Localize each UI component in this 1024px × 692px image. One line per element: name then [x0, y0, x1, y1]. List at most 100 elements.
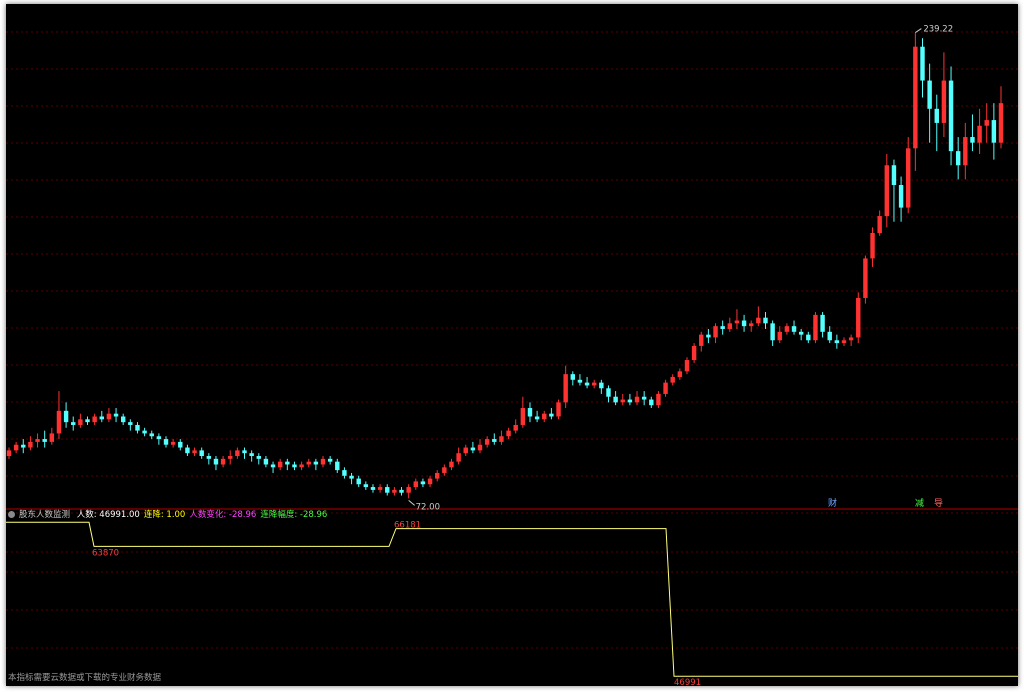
candle-body — [356, 478, 361, 485]
candle-body — [106, 413, 112, 420]
candle-body — [413, 481, 419, 488]
candle-body — [649, 399, 654, 406]
candle-body — [791, 326, 797, 332]
candle-body — [385, 487, 390, 493]
candle-body — [820, 314, 825, 332]
candle-body — [35, 439, 40, 442]
candle-body — [834, 340, 840, 344]
candle-body — [85, 419, 90, 423]
candle-body — [392, 489, 397, 493]
candle-body — [71, 422, 76, 425]
candle-body — [620, 399, 625, 403]
candle-body — [563, 374, 568, 403]
candle-body — [527, 408, 533, 417]
candle-body — [720, 326, 725, 329]
candle-body — [856, 297, 861, 338]
candle-body — [420, 481, 426, 485]
candle-body — [627, 399, 633, 403]
candle-body — [256, 456, 261, 459]
candle-body — [641, 396, 647, 400]
candle-body — [242, 450, 247, 454]
candle-body — [777, 331, 782, 341]
gear-icon[interactable] — [8, 511, 15, 518]
candle-body — [741, 320, 747, 327]
candle-body — [342, 470, 347, 476]
candle-body — [891, 165, 897, 186]
footnote: 本指标需要云数据或下载的专业财务数据 — [8, 673, 162, 683]
candle-body — [399, 489, 404, 493]
candle-body — [848, 337, 854, 341]
candle-body — [377, 487, 383, 490]
event-marker: 减 — [915, 497, 924, 509]
candle-body — [249, 453, 254, 457]
candle-body — [92, 416, 97, 423]
candle-body — [78, 419, 83, 425]
candle-body — [56, 410, 62, 434]
candle-body — [813, 314, 818, 341]
candle-body — [977, 125, 982, 143]
candle-body — [806, 334, 811, 341]
candle-body — [427, 478, 433, 485]
candle-body — [841, 340, 847, 344]
low-price-label: 72.00 — [416, 502, 440, 512]
indicator-value: 人数变化: -28.96 — [189, 510, 257, 520]
event-marker: 财 — [828, 497, 837, 509]
candle-body — [113, 413, 119, 417]
candle-body — [570, 374, 576, 380]
candle-body — [591, 382, 597, 386]
candle-body — [984, 120, 989, 126]
candle-body — [955, 151, 961, 166]
indicator-name: 股东人数监测 — [19, 510, 71, 520]
candle-body — [770, 323, 775, 341]
candle-body — [313, 461, 319, 465]
candle-body — [506, 430, 511, 437]
candle-body — [156, 436, 162, 440]
candle-body — [920, 46, 925, 81]
candle-body — [941, 80, 947, 123]
candle-body — [913, 46, 918, 149]
candle-body — [235, 450, 240, 457]
candle-body — [534, 416, 540, 420]
candle-body — [784, 326, 790, 332]
candle-body — [556, 402, 561, 417]
candle-body — [927, 80, 932, 109]
candle-body — [99, 416, 104, 420]
candle-body — [327, 458, 333, 462]
candle-body — [577, 379, 583, 383]
indicator-info-bar: 股东人数监测 人数: 46991.00 连降: 1.00 人数变化: -28.96 连… — [8, 509, 335, 521]
candle-body — [220, 458, 226, 465]
candle-body — [335, 461, 340, 471]
candle-body — [213, 458, 219, 465]
candle-body — [406, 487, 411, 493]
level-label: 66181 — [394, 521, 421, 531]
candle-body — [442, 467, 447, 473]
candle-body — [163, 439, 169, 445]
candle-body — [306, 461, 311, 465]
candle-body — [763, 317, 768, 324]
level-label: 63870 — [92, 548, 119, 558]
candle-body — [263, 458, 269, 465]
candle-body — [192, 450, 197, 454]
shareholder-count-line — [6, 521, 1018, 677]
level-label: 46991 — [674, 678, 701, 686]
candle-body — [270, 464, 276, 468]
candle-body — [128, 422, 133, 425]
candle-body — [970, 137, 975, 143]
candle-body — [470, 447, 476, 451]
indicator-value: 人数: 46991.00 — [76, 510, 140, 520]
high-price-label: 239.22 — [923, 25, 953, 35]
candle-body — [656, 393, 661, 406]
candle-body — [463, 447, 468, 454]
candle-body — [542, 413, 547, 420]
candle-body — [6, 450, 12, 457]
candle-body — [677, 371, 683, 377]
candle-body — [149, 433, 154, 437]
candle-body — [349, 475, 354, 479]
candle-body — [727, 323, 733, 329]
candle-body — [484, 439, 490, 445]
candle-body — [170, 441, 176, 445]
candle-body — [877, 216, 882, 234]
candle-body — [749, 323, 754, 327]
candle-body — [827, 331, 832, 341]
candle-body — [13, 444, 19, 451]
